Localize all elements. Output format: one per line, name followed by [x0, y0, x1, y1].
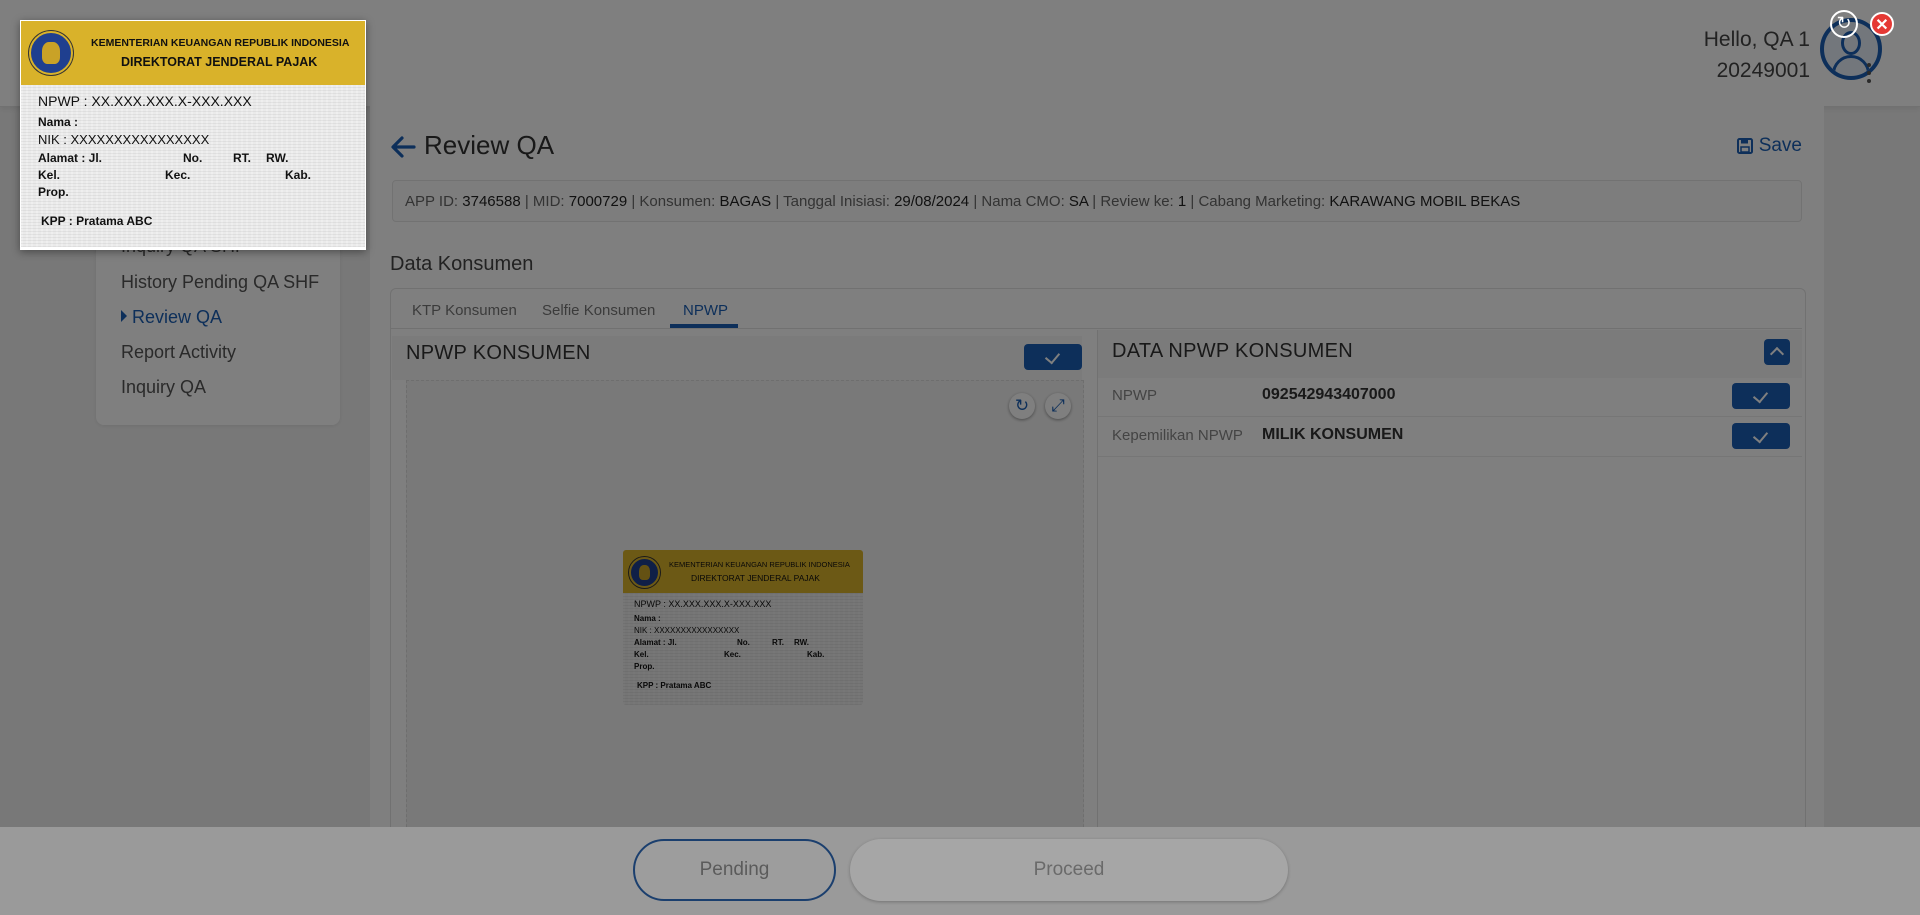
npwp-card-large: KEMENTERIAN KEUANGAN REPUBLIK INDONESIA … — [21, 21, 365, 247]
pending-button[interactable]: Pending — [633, 839, 836, 901]
popup-close-icon[interactable]: ✕ — [1870, 12, 1894, 36]
image-preview-popup: KEMENTERIAN KEUANGAN REPUBLIK INDONESIA … — [20, 20, 366, 250]
popup-rotate-icon[interactable]: ↻ — [1830, 10, 1858, 38]
garuda-seal-icon — [29, 31, 73, 75]
proceed-button[interactable]: Proceed — [850, 839, 1288, 901]
